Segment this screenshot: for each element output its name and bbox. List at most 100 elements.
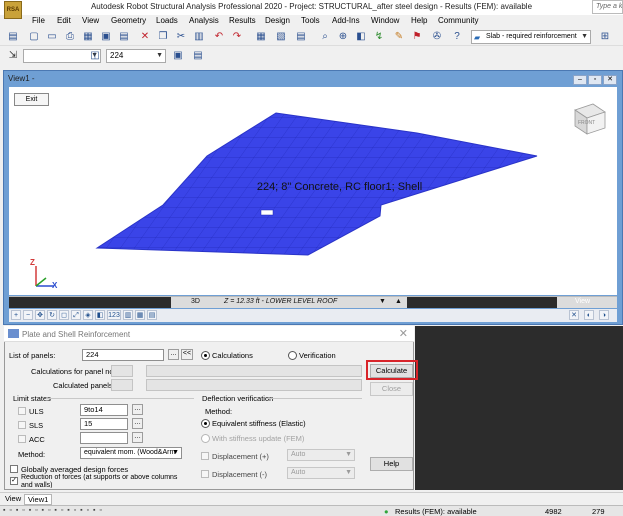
pointer-icon[interactable]: ⇲ [6,49,20,63]
section-icon[interactable]: ▤ [147,310,157,320]
menu-view[interactable]: View [82,16,99,25]
selection-icon[interactable]: ▣ [171,49,185,63]
results-status: Results (FEM): available [395,507,477,516]
uls-checkbox[interactable] [18,407,26,415]
render-icon[interactable]: ◐ [584,310,594,320]
zoom-window-icon[interactable]: ◻ [59,310,69,320]
copy-icon[interactable]: ❐ [156,30,170,44]
zoom-in-icon[interactable]: + [11,310,21,320]
acc-checkbox[interactable] [18,435,26,443]
uls-input[interactable]: 9to14 [80,404,128,416]
table-edit-icon[interactable]: ▤ [294,30,308,44]
pan-icon[interactable]: ✥ [35,310,45,320]
close-icon[interactable]: ✕ [399,327,408,340]
filter-icon[interactable]: ▤ [191,49,205,63]
acc-input[interactable] [80,432,128,444]
print-icon[interactable]: ⎙ [63,30,77,44]
menu-loads[interactable]: Loads [156,16,178,25]
zoom-icon[interactable]: ⌕ [318,30,332,44]
sls-checkbox[interactable] [18,421,26,429]
acc-browse-button[interactable]: … [132,432,143,443]
equiv-stiffness-radio[interactable] [201,419,210,428]
displacement-plus-checkbox[interactable] [201,452,209,460]
undo-icon[interactable]: ↶ [212,30,226,44]
menu-tools[interactable]: Tools [301,16,320,25]
panel-combo[interactable]: 224 ▼ [106,49,166,63]
uls-browse-button[interactable]: … [132,404,143,415]
menu-window[interactable]: Window [371,16,399,25]
with-stiffness-radio[interactable] [201,434,210,443]
previous-selection-button[interactable]: << [181,349,193,360]
displacement-minus-checkbox[interactable] [201,470,209,478]
redo-icon[interactable]: ↷ [230,30,244,44]
shading-icon[interactable]: ◑ [599,310,609,320]
menu-analysis[interactable]: Analysis [189,16,219,25]
zoom-out-icon[interactable]: − [23,310,33,320]
level-up-icon[interactable]: ▲ [395,298,402,305]
view-3d-icon[interactable]: ◈ [83,310,93,320]
close-icon[interactable]: ✕ [603,75,617,85]
minimize-icon[interactable]: – [573,75,587,85]
rotate-icon[interactable]: ↻ [47,310,57,320]
search-input[interactable]: Type a keyword [592,0,623,14]
menu-help[interactable]: Help [411,16,427,25]
calculator-icon[interactable]: ▧ [274,30,288,44]
zoom-all-icon[interactable]: ⤢ [71,310,81,320]
help-button[interactable]: Help [370,457,413,471]
menu-addins[interactable]: Add-Ins [332,16,360,25]
design-icon[interactable]: ✎ [392,30,406,44]
view-xz-icon[interactable]: ◧ [95,310,105,320]
level-label[interactable]: Z = 12.33 ft - LOWER LEVEL ROOF [224,298,337,305]
displacement-plus-select[interactable]: Auto ▼ [287,449,355,461]
menu-community[interactable]: Community [438,16,478,25]
help-icon[interactable]: ? [450,30,464,44]
tools-icon[interactable]: ✇ [430,30,444,44]
view-options-icon[interactable]: ◧ [354,30,368,44]
calculations-radio[interactable] [201,351,210,360]
display-icon[interactable]: ▥ [123,310,133,320]
menu-geometry[interactable]: Geometry [111,16,146,25]
grid-icon[interactable]: ▦ [135,310,145,320]
open-icon[interactable]: ▭ [45,30,59,44]
reduction-checkbox[interactable]: ✓ [10,477,18,485]
layout-select[interactable]: ▰ Slab - required reinforcement ▼ [471,30,591,44]
layout-options-icon[interactable]: ⊞ [598,30,612,44]
browse-panels-button[interactable]: ... [168,349,179,360]
menu-design[interactable]: Design [265,16,290,25]
preview-icon[interactable]: ▣ [99,30,113,44]
exit-button[interactable]: Exit [14,93,49,106]
cut-icon[interactable]: ✂ [174,30,188,44]
display-settings-icon[interactable]: ✕ [569,310,579,320]
tab-view1[interactable]: View1 [24,494,53,505]
loads-icon[interactable]: ↯ [372,30,386,44]
method-select[interactable]: equivalent mom. (Wood&Arm ▼ [80,447,182,459]
screen-capture-icon[interactable]: ▦ [81,30,95,44]
list-of-panels-input[interactable]: 224 [82,349,164,361]
case-select-icon[interactable]: ◫ [88,49,102,63]
delete-icon[interactable]: ✕ [138,30,152,44]
close-button[interactable]: Close [370,382,413,396]
analysis-icon[interactable]: ⚑ [410,30,424,44]
find-icon[interactable]: ⊕ [336,30,350,44]
tables-icon[interactable]: ▦ [254,30,268,44]
snap-icons[interactable]: ▪ ▫ ▪ ▫ ▪ ▫ ▪ ▫ ▪ ▫ ▪ ▫ ▪ ▫ ▪ ▫ [3,507,103,514]
menu-results[interactable]: Results [229,16,256,25]
menu-edit[interactable]: Edit [57,16,71,25]
verification-radio[interactable] [288,351,297,360]
new-icon[interactable]: ▢ [27,30,41,44]
view-window-controls: – ▫ ✕ [573,74,619,86]
sls-input[interactable]: 15 [80,418,128,430]
table-icon[interactable]: ▤ [117,30,131,44]
sls-browse-button[interactable]: … [132,418,143,429]
select-icon[interactable]: ▤ [6,30,20,44]
restore-icon[interactable]: ▫ [588,75,602,85]
view-mode-3d[interactable]: 3D [191,298,200,305]
paste-icon[interactable]: ▥ [192,30,206,44]
displacement-minus-select[interactable]: Auto ▼ [287,467,355,479]
zoom-value[interactable]: 123 [107,310,121,320]
tab-view[interactable]: View [2,494,24,505]
menu-file[interactable]: File [32,16,45,25]
level-down-icon[interactable]: ▼ [379,298,386,305]
global-avg-checkbox[interactable] [10,465,18,473]
view-cube-icon[interactable]: FRONT [571,100,607,136]
